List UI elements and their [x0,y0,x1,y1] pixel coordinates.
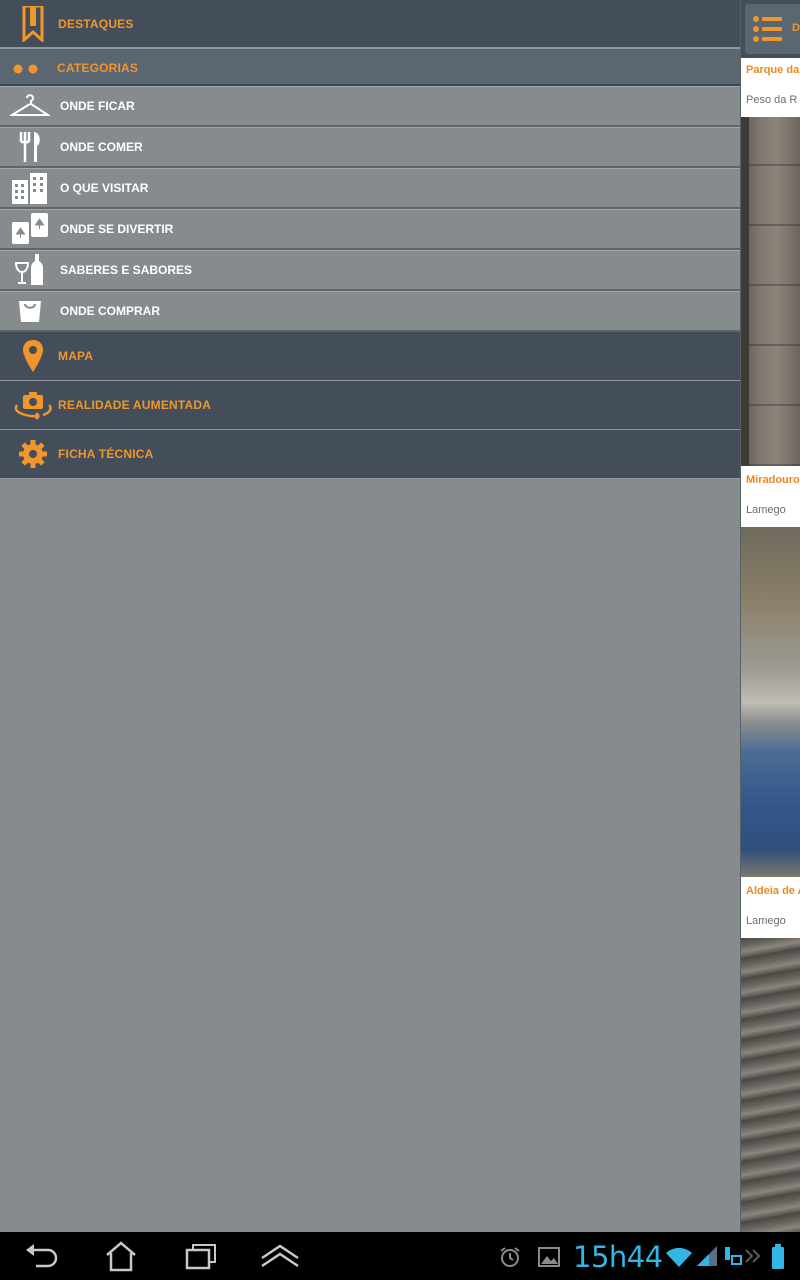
card-subtitle: Lamego [746,915,786,927]
card-image [741,527,800,877]
home-icon[interactable] [101,1240,141,1272]
buildings-icon [10,170,50,206]
category-item-onde-comer[interactable]: ONDE COMER [0,127,740,168]
drawer-item-label: REALIDADE AUMENTADA [58,398,212,412]
content-panel: D Parque da Peso da R Miradouro Lamego A… [740,0,800,1232]
dots-icon [13,63,41,81]
recent-apps-icon[interactable] [181,1240,221,1272]
download-icon [722,1246,742,1273]
wifi-icon [665,1245,693,1274]
list-icon [752,13,784,50]
alarm-icon [499,1246,521,1273]
list-item[interactable]: Miradouro Lamego [741,466,800,877]
signal-icon [695,1244,719,1273]
battery-icon [771,1244,785,1275]
card-title: Miradouro [746,474,800,486]
menu-up-icon[interactable] [258,1240,302,1272]
chevron-right-icon [744,1248,762,1269]
list-item[interactable]: Aldeia de A Lamego [741,877,800,1232]
card-subtitle: Peso da R [746,94,798,106]
drawer-item-mapa[interactable]: MAPA [0,332,740,381]
drawer-section-categorias[interactable]: CATEGORIAS [0,48,740,86]
back-icon[interactable] [22,1240,62,1272]
list-item[interactable]: Parque da Peso da R [741,58,800,466]
gear-icon [12,434,54,474]
drawer-item-destaques[interactable]: DESTAQUES [0,0,740,48]
card-image [741,938,800,1232]
drawer-item-ficha-tecnica[interactable]: FICHA TÉCNICA [0,430,740,479]
fork-knife-icon [10,129,50,165]
category-item-onde-se-divertir[interactable]: ONDE SE DIVERTIR [0,209,740,250]
card-subtitle: Lamego [746,504,786,516]
playing-cards-icon [10,211,50,247]
status-clock: 15h44 [573,1240,663,1274]
system-navigation-bar: 15h44 [0,1232,800,1280]
category-item-saberes-e-sabores[interactable]: SABERES E SABORES [0,250,740,291]
card-image [741,117,800,466]
drawer-item-realidade-aumentada[interactable]: REALIDADE AUMENTADA [0,381,740,430]
drawer-item-label: MAPA [58,349,94,363]
drawer-item-label: DESTAQUES [58,16,134,31]
map-pin-icon [12,336,54,376]
wine-bottle-icon [10,252,50,288]
category-label: ONDE COMPRAR [60,304,161,318]
drawer-item-label: FICHA TÉCNICA [58,447,154,461]
card-title: Aldeia de A [746,885,800,897]
category-label: ONDE SE DIVERTIR [60,222,174,236]
category-label: O QUE VISITAR [60,181,149,195]
card-title: Parque da [746,64,800,76]
drawer-section-label: CATEGORIAS [57,61,139,75]
category-label: ONDE COMER [60,140,143,154]
hanger-icon [10,88,50,124]
category-item-onde-ficar[interactable]: ONDE FICAR [0,86,740,127]
content-header-title: D [792,22,800,34]
category-label: SABERES E SABORES [60,263,193,277]
category-item-o-que-visitar[interactable]: O QUE VISITAR [0,168,740,209]
category-label: ONDE FICAR [60,99,135,113]
category-item-onde-comprar[interactable]: ONDE COMPRAR [0,291,740,332]
navigation-drawer: DESTAQUES CATEGORIAS ONDE FICAR ONDE COM… [0,0,740,1232]
shopping-bag-icon [10,293,50,329]
rotate-camera-icon [12,385,54,425]
content-header: D [741,0,800,58]
bookmark-icon [12,4,54,44]
gallery-icon [538,1246,560,1273]
